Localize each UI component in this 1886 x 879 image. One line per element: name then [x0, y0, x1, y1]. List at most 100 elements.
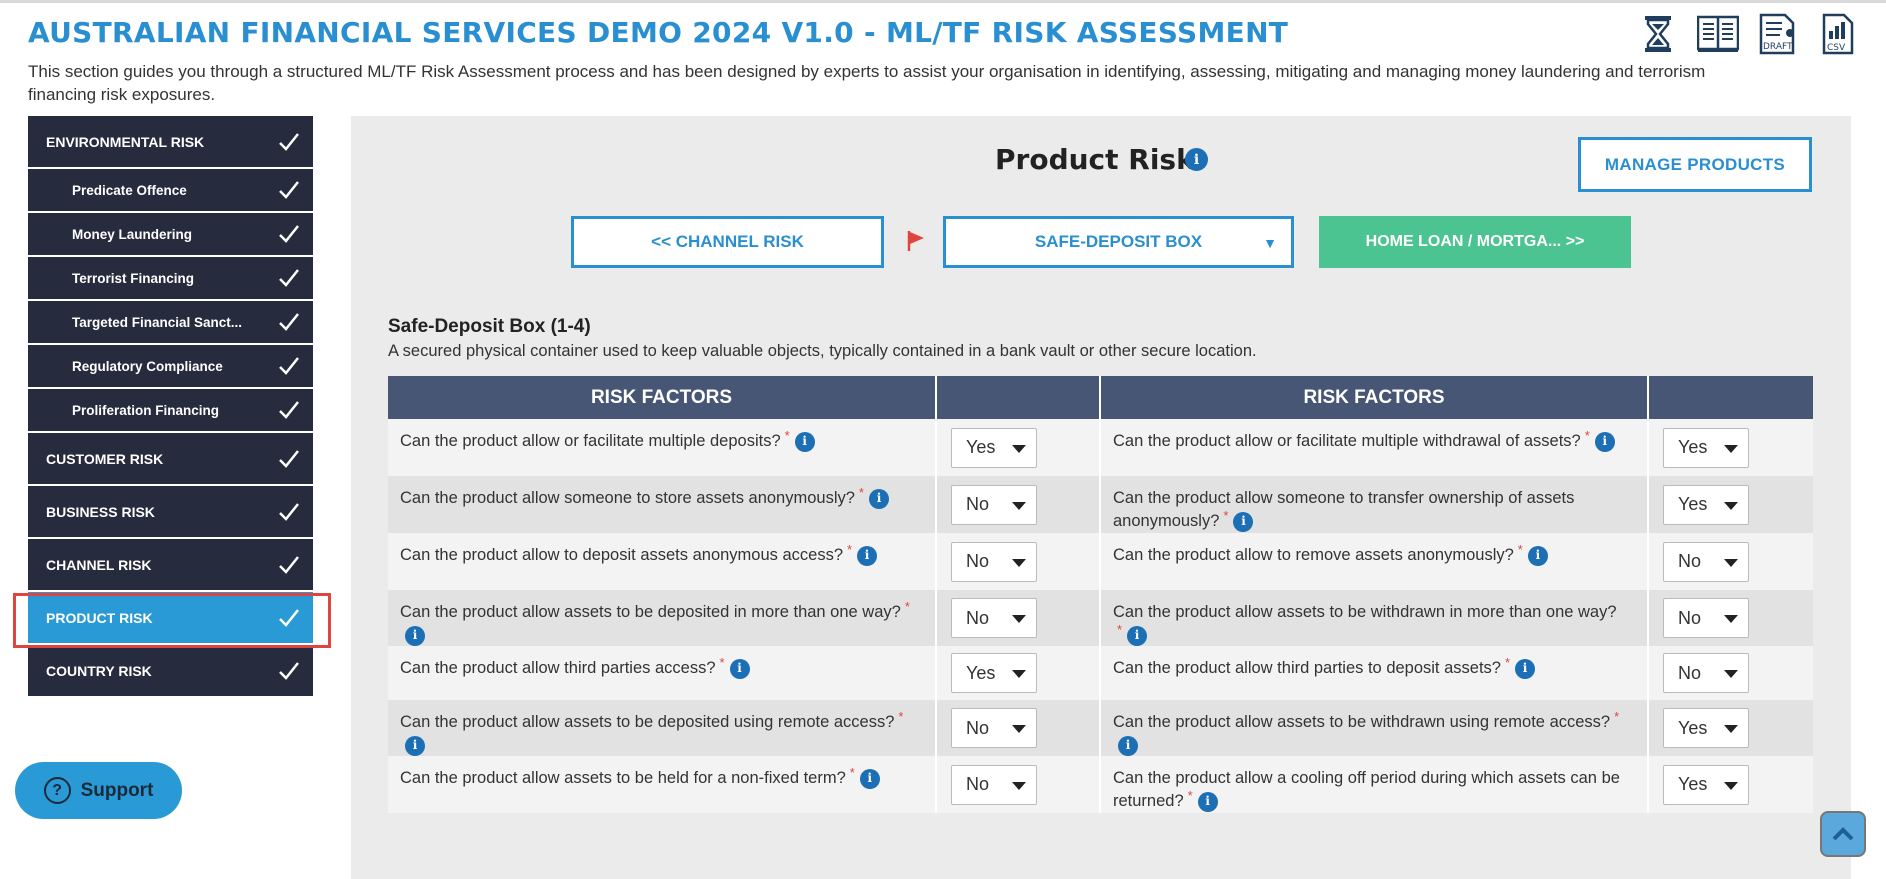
sidebar-item[interactable]: Regulatory Compliance	[28, 345, 313, 389]
product-risk-title: Product Risk	[995, 143, 1195, 176]
manage-products-button[interactable]: MANAGE PRODUCTS	[1578, 137, 1812, 192]
question-text: Can the product allow assets to be withd…	[1113, 713, 1611, 731]
answer-cell: Yes	[1649, 419, 1813, 476]
info-icon[interactable]: i	[794, 431, 815, 452]
next-product-button[interactable]: HOME LOAN / MORTGA... >>	[1319, 216, 1631, 268]
flag-icon[interactable]	[906, 230, 926, 252]
caret-down-icon	[1012, 725, 1026, 733]
yes-no-select[interactable]: Yes	[1663, 484, 1749, 525]
required-marker: *	[904, 598, 910, 614]
question-text: Can the product allow assets to be held …	[400, 769, 846, 787]
answer-cell: Yes	[937, 646, 1101, 700]
question-text: Can the product allow assets to be withd…	[1113, 603, 1617, 621]
caret-down-icon	[1724, 670, 1738, 678]
info-icon[interactable]: i	[859, 768, 880, 789]
select-value: Yes	[966, 437, 996, 457]
csv-icon[interactable]: CSV	[1816, 12, 1860, 56]
yes-no-select[interactable]: Yes	[1663, 764, 1749, 805]
question-text: Can the product allow or facilitate mult…	[1113, 432, 1581, 450]
table-row: Can the product allow someone to store a…	[388, 476, 1813, 533]
yes-no-select[interactable]: No	[1663, 653, 1749, 693]
help-icon: ?	[43, 777, 71, 804]
answer-cell: No	[1649, 646, 1813, 700]
sidebar-item[interactable]: Money Laundering	[28, 213, 313, 257]
answer-cell: No	[937, 590, 1101, 646]
sidebar-item[interactable]: ENVIRONMENTAL RISK	[28, 116, 313, 169]
sidebar-item[interactable]: BUSINESS RISK	[28, 486, 313, 539]
question-text: Can the product allow assets to be depos…	[400, 713, 895, 731]
yes-no-select[interactable]: Yes	[1663, 427, 1749, 468]
sidebar-item[interactable]: Targeted Financial Sanct...	[28, 301, 313, 345]
required-marker: *	[1584, 427, 1590, 443]
required-marker: *	[784, 427, 790, 443]
info-icon[interactable]: i	[1127, 625, 1148, 646]
select-value: No	[1678, 551, 1702, 571]
risk-question: Can the product allow assets to be withd…	[1101, 590, 1649, 646]
draft-icon[interactable]: DRAFT	[1756, 12, 1800, 56]
info-icon[interactable]: i	[405, 625, 425, 646]
yes-no-select[interactable]: No	[951, 541, 1037, 582]
hourglass-icon[interactable]	[1636, 12, 1680, 56]
caret-down-icon	[1724, 558, 1738, 567]
answer-cell: Yes	[1649, 700, 1813, 756]
sidebar-item-label: ENVIRONMENTAL RISK	[46, 133, 205, 150]
sidebar-item[interactable]: PRODUCT RISK	[28, 592, 313, 645]
yes-no-select[interactable]: Yes	[1663, 708, 1749, 748]
checkmark-icon	[277, 606, 301, 630]
risk-question: Can the product allow assets to be held …	[388, 756, 937, 813]
yes-no-select[interactable]: No	[951, 764, 1037, 805]
yes-no-select[interactable]: No	[1663, 598, 1749, 638]
previous-section-button[interactable]: << CHANNEL RISK	[571, 216, 884, 268]
yes-no-select[interactable]: No	[951, 484, 1037, 525]
yes-no-select[interactable]: No	[951, 598, 1037, 638]
table-row: Can the product allow or facilitate mult…	[388, 419, 1813, 476]
info-icon[interactable]: i	[1185, 148, 1208, 171]
support-button[interactable]: ? Support	[15, 762, 182, 819]
draft-icon-label: DRAFT	[1763, 42, 1793, 52]
table-row: Can the product allow assets to be depos…	[388, 700, 1813, 756]
scroll-to-top-button[interactable]	[1820, 811, 1866, 857]
select-value: No	[966, 551, 990, 571]
risk-question: Can the product allow assets to be depos…	[388, 700, 937, 756]
column-header	[937, 376, 1101, 419]
sidebar-item[interactable]: CHANNEL RISK	[28, 539, 313, 592]
caret-down-icon	[1012, 444, 1026, 453]
info-icon[interactable]: i	[857, 545, 878, 566]
csv-icon-label: CSV	[1827, 43, 1846, 53]
sidebar-item[interactable]: COUNTRY RISK	[28, 645, 313, 698]
risk-question: Can the product allow someone to transfe…	[1101, 476, 1649, 533]
yes-no-select[interactable]: No	[951, 708, 1037, 748]
sidebar-item[interactable]: CUSTOMER RISK	[28, 433, 313, 486]
info-icon[interactable]: i	[1594, 431, 1615, 452]
question-text: Can the product allow third parties to d…	[1113, 659, 1501, 677]
info-icon[interactable]: i	[1515, 658, 1536, 679]
table-row: Can the product allow third parties acce…	[388, 646, 1813, 700]
info-icon[interactable]: i	[729, 658, 750, 679]
sidebar-item[interactable]: Proliferation Financing	[28, 389, 313, 433]
yes-no-select[interactable]: Yes	[951, 653, 1037, 693]
column-header: RISK FACTORS	[388, 376, 937, 419]
info-icon[interactable]: i	[1197, 791, 1218, 812]
yes-no-select[interactable]: No	[1663, 541, 1749, 582]
yes-no-select[interactable]: Yes	[951, 427, 1037, 468]
info-icon[interactable]: i	[405, 735, 425, 756]
info-icon[interactable]: i	[1233, 511, 1254, 532]
answer-cell: Yes	[1649, 756, 1813, 813]
sidebar-item[interactable]: Predicate Offence	[28, 169, 313, 213]
required-marker: *	[1517, 541, 1523, 557]
info-icon[interactable]: i	[1118, 735, 1138, 756]
risk-question: Can the product allow or facilitate mult…	[1101, 419, 1649, 476]
answer-cell: Yes	[937, 419, 1101, 476]
info-icon[interactable]: i	[1527, 545, 1548, 566]
info-icon[interactable]: i	[868, 488, 889, 509]
checkmark-icon	[277, 130, 301, 154]
section-description: A secured physical container used to kee…	[388, 342, 1257, 360]
sidebar-item-label: PRODUCT RISK	[46, 609, 153, 626]
risk-question: Can the product allow third parties to d…	[1101, 646, 1649, 700]
sidebar-item[interactable]: Terrorist Financing	[28, 257, 313, 301]
answer-cell: No	[937, 756, 1101, 813]
book-icon[interactable]	[1696, 12, 1740, 56]
product-dropdown[interactable]: SAFE-DEPOSIT BOX ▼	[943, 216, 1294, 268]
required-marker: *	[1223, 507, 1229, 523]
checkmark-icon	[277, 500, 301, 524]
